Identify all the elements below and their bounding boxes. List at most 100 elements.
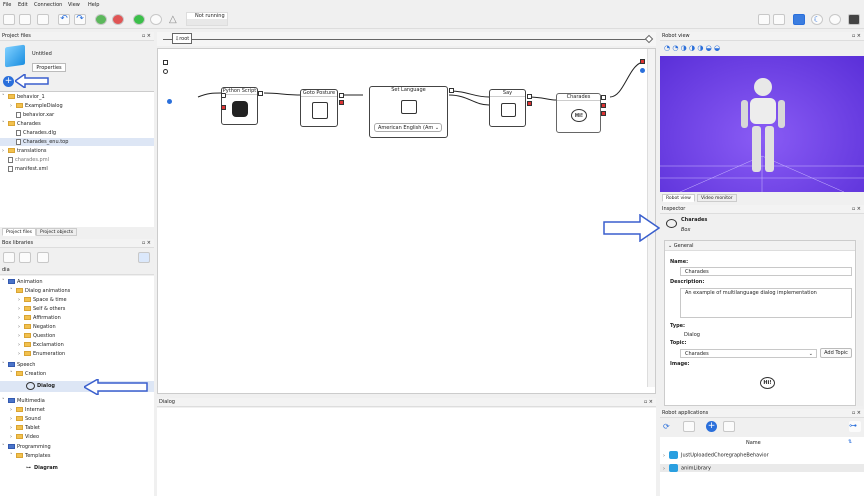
box-output-pin[interactable] [221, 105, 226, 110]
tree-row[interactable]: › Tablet [10, 424, 40, 432]
tab-robot-view[interactable]: Robot view [662, 194, 695, 202]
tree-row[interactable]: behavior.xar [16, 111, 54, 119]
box-output-pin[interactable] [258, 91, 263, 96]
tree-row[interactable]: charades.pml [8, 156, 49, 164]
menu-view[interactable]: View [68, 2, 80, 8]
list-item[interactable]: › animLibrary [660, 464, 864, 472]
battery-icon[interactable] [848, 14, 860, 25]
add-topic-button[interactable]: Add Topic [820, 348, 852, 358]
flow-canvas[interactable]: Python Script Goto Posture Set Language … [157, 48, 656, 394]
robot-3d-view[interactable] [660, 56, 864, 192]
moon-icon[interactable]: ☾ [811, 14, 823, 25]
stop-icon[interactable] [150, 14, 162, 25]
tab-video-monitor[interactable]: Video monitor [697, 194, 737, 202]
panel-controls[interactable]: ▫ × [852, 409, 861, 418]
apps-package-icon[interactable] [723, 421, 735, 432]
tree-row-selected[interactable]: Charades_enu.top [0, 138, 154, 146]
tree-row[interactable]: ˅ Charades [2, 120, 41, 128]
tree-row[interactable]: ˅ Templates [10, 452, 50, 460]
box-output-pin[interactable] [339, 100, 344, 105]
tree-row[interactable]: ˅ Creation [10, 370, 46, 378]
library-home-icon[interactable] [3, 252, 15, 263]
box-python-script[interactable]: Python Script [221, 87, 258, 125]
apps-remove-icon[interactable] [683, 421, 695, 432]
box-say[interactable]: Say [489, 89, 526, 127]
open-project-icon[interactable] [19, 14, 31, 25]
tree-row[interactable]: manifest.xml [8, 165, 48, 173]
box-image-icon[interactable]: Hi! [760, 377, 775, 389]
general-section-header[interactable]: ⌄ General [665, 241, 855, 251]
menu-file[interactable]: File [3, 2, 11, 8]
name-field[interactable]: Charades [680, 267, 852, 276]
tree-row[interactable]: Charades.dlg [16, 129, 56, 137]
tree-row[interactable]: › ExampleDialog [10, 102, 63, 110]
new-project-icon[interactable] [3, 14, 15, 25]
tree-row[interactable]: › Question [18, 332, 55, 340]
box-output-pin[interactable] [601, 103, 606, 108]
box-goto-posture[interactable]: Goto Posture [300, 89, 338, 127]
apps-filter-icon[interactable]: ⊶ [849, 421, 861, 432]
undo-icon[interactable]: ↶ [58, 14, 70, 25]
menu-edit[interactable]: Edit [18, 2, 28, 8]
robot-icon[interactable] [829, 14, 841, 25]
play-icon[interactable] [133, 14, 145, 25]
library-edit-icon[interactable] [37, 252, 49, 263]
panel-controls[interactable]: ▫ × [852, 32, 861, 41]
tree-row[interactable]: › Internet [10, 406, 45, 414]
tree-row[interactable]: › translations [2, 147, 47, 155]
breadcrumb-root[interactable]: ⇩root [172, 33, 193, 44]
box-output-pin[interactable] [601, 95, 606, 100]
box-output-pin[interactable] [527, 101, 532, 106]
tab-project-objects[interactable]: Project objects [36, 228, 78, 236]
heart-icon[interactable] [793, 14, 805, 25]
save-project-icon[interactable] [37, 14, 49, 25]
menu-connection[interactable]: Connection [34, 2, 62, 8]
language-select[interactable]: American English (Am ⌄ [374, 123, 442, 132]
box-output-pin[interactable] [527, 94, 532, 99]
tree-row[interactable]: › Self & others [18, 305, 65, 313]
apps-add-icon[interactable]: + [706, 421, 717, 432]
inspector-scrollbar[interactable] [857, 240, 863, 406]
menu-help[interactable]: Help [88, 2, 99, 8]
tree-row[interactable]: › Affirmation [18, 314, 61, 322]
library-open-icon[interactable] [19, 252, 31, 263]
apps-refresh-icon[interactable]: ⟳ [663, 422, 670, 431]
properties-button[interactable]: Properties [32, 63, 66, 72]
tree-row[interactable]: ˅ Programming [2, 443, 51, 451]
disconnect-icon[interactable] [112, 14, 124, 25]
tree-row[interactable]: ˅ Animation [2, 278, 43, 286]
view-tool-icon[interactable]: ◔ ◔ ◑ ◑ ◑ ◒ ◒ [664, 44, 720, 52]
tree-row[interactable]: ˅ behavior_1 [2, 93, 45, 101]
add-icon[interactable]: + [3, 76, 14, 87]
box-charades[interactable]: Charades Hi! [556, 93, 601, 133]
tree-row[interactable]: › Space & time [18, 296, 67, 304]
list-item[interactable]: › JustUploadedChoregrapheBehavior [663, 451, 769, 459]
tree-row[interactable]: › Video [10, 433, 39, 441]
library-search-input[interactable]: dia [0, 266, 154, 275]
box-output-pin[interactable] [449, 88, 454, 93]
tree-row[interactable]: › Exclamation [18, 341, 64, 349]
topic-select[interactable]: Charades ⌄ [680, 349, 817, 358]
tree-row[interactable]: ˅ Speech [2, 361, 35, 369]
awareness-icon[interactable] [773, 14, 785, 25]
connect-icon[interactable] [95, 14, 107, 25]
box-output-pin[interactable] [601, 111, 606, 116]
box-input-pin[interactable] [221, 93, 226, 98]
tree-row[interactable]: › Enumeration [18, 350, 65, 358]
tree-row[interactable]: › Sound [10, 415, 41, 423]
tree-row[interactable]: ⊶ Diagram [26, 464, 58, 472]
panel-controls[interactable]: ▫ × [142, 239, 151, 248]
redo-icon[interactable]: ↷ [74, 14, 86, 25]
box-output-pin[interactable] [339, 93, 344, 98]
box-set-language[interactable]: Set Language American English (Am ⌄ [369, 86, 448, 138]
tree-row[interactable]: ˅ Multimedia [2, 397, 45, 405]
tree-row[interactable]: ˅ Dialog animations [10, 287, 70, 295]
panel-controls[interactable]: ▫ × [852, 205, 861, 214]
column-sort-icon[interactable]: ⇅ [848, 439, 852, 445]
panel-controls[interactable]: ▫ × [142, 32, 151, 41]
description-field[interactable]: An example of multilanguage dialog imple… [680, 288, 852, 318]
library-filter-icon[interactable] [138, 252, 150, 263]
panel-controls[interactable]: ▫ × [644, 398, 653, 407]
tab-project-files[interactable]: Project files [2, 228, 37, 236]
tree-row[interactable]: › Negation [18, 323, 56, 331]
